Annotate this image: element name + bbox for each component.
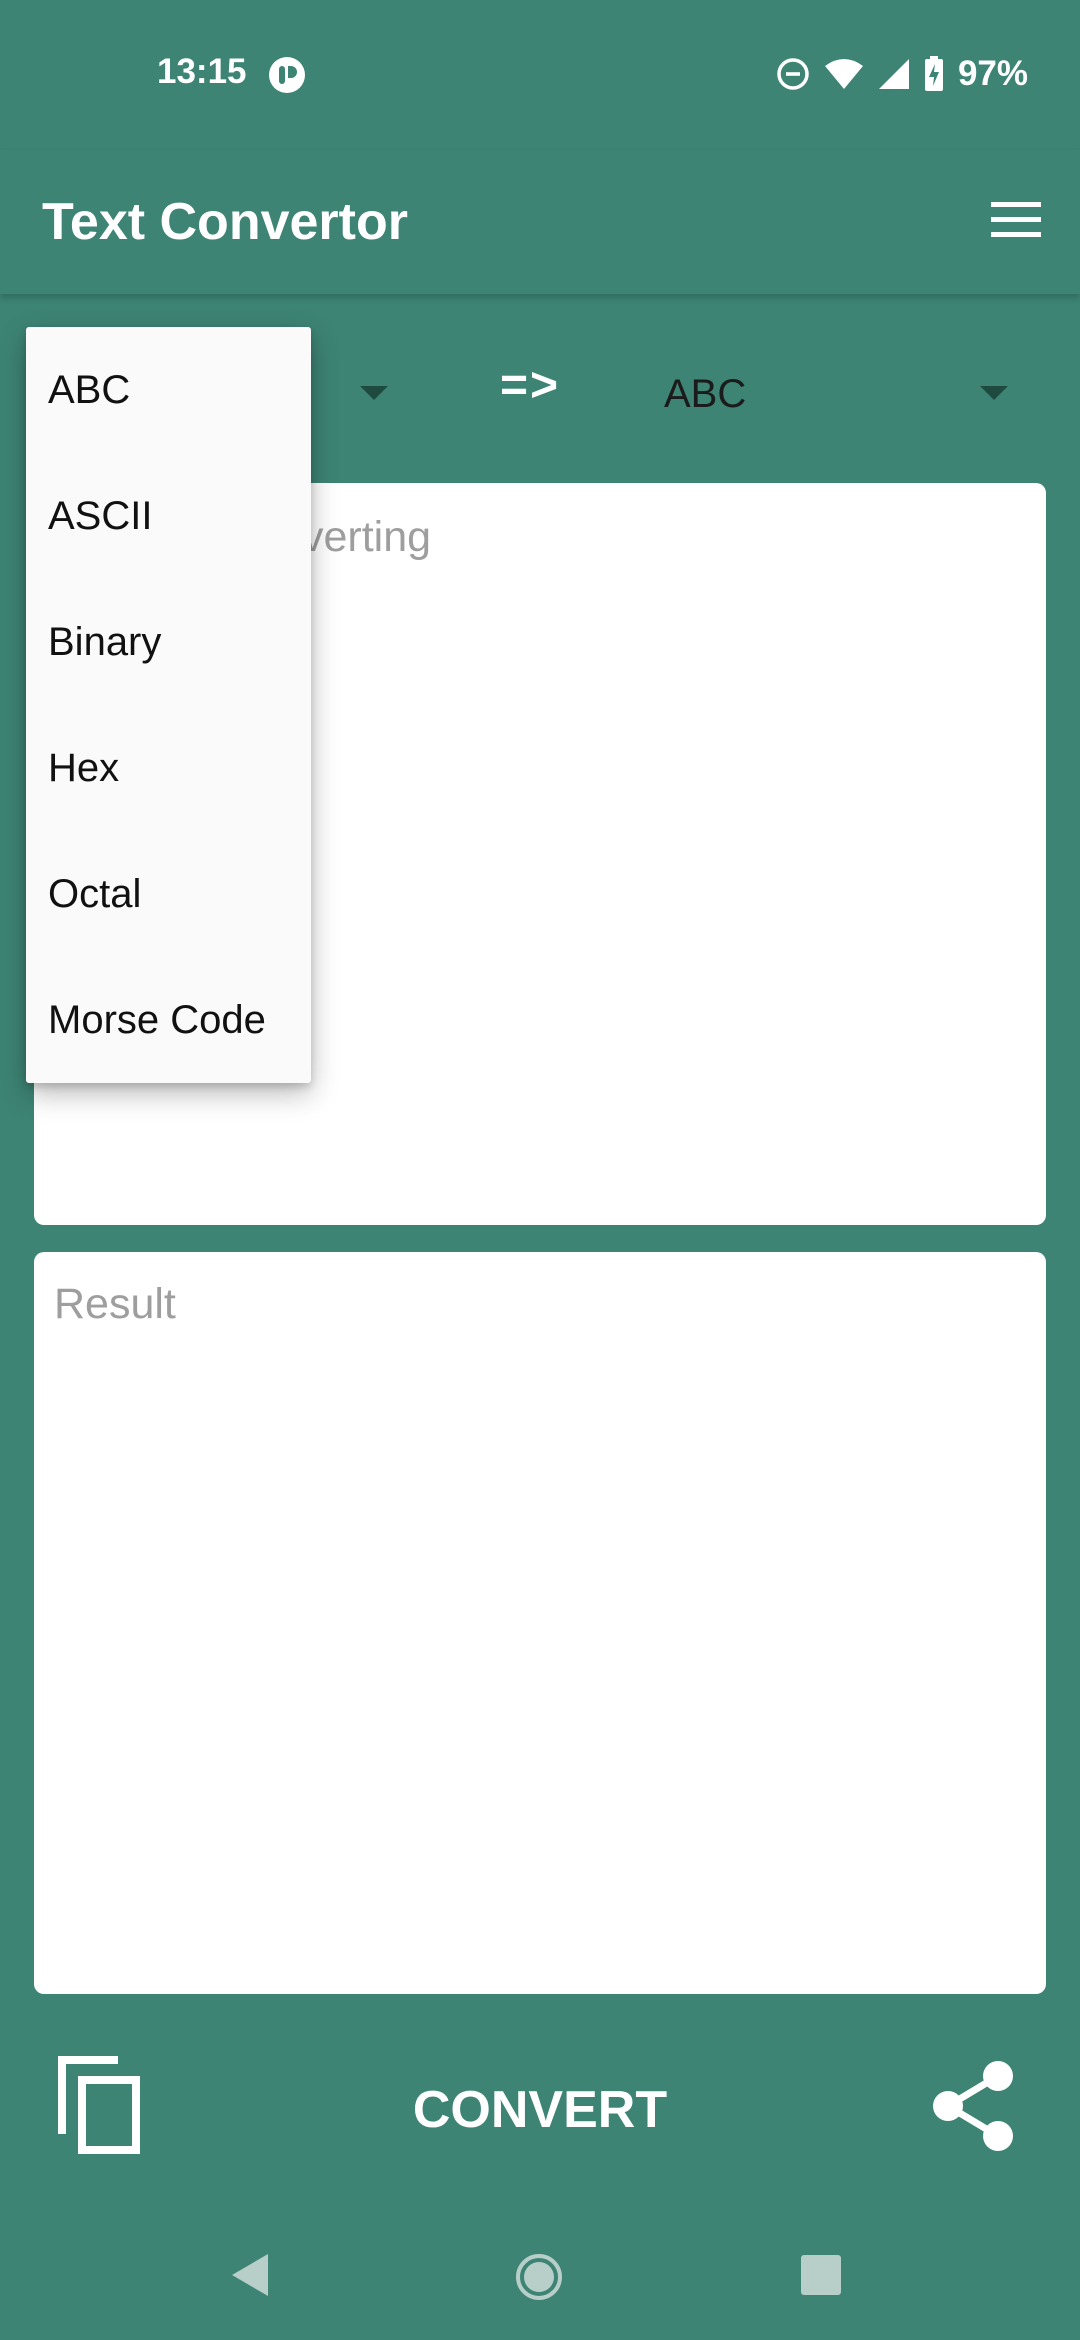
share-button[interactable] (928, 2058, 1026, 2156)
hamburger-menu-icon (991, 201, 1041, 243)
to-format-spinner[interactable]: ABC (640, 340, 1030, 450)
result-text-field[interactable]: Result (34, 1252, 1046, 1994)
system-nav-bar (0, 2220, 1080, 2340)
copy-icon (54, 2056, 144, 2160)
app-notification-icon (268, 56, 306, 94)
dropdown-option-abc[interactable]: ABC (26, 327, 311, 453)
format-dropdown-menu: ABC ASCII Binary Hex Octal Morse Code (26, 327, 311, 1083)
wifi-icon (824, 58, 864, 90)
status-time: 13:15 (157, 52, 247, 91)
convert-button[interactable]: CONVERT (380, 2070, 700, 2150)
home-icon[interactable] (514, 2252, 564, 2307)
result-placeholder: Result (54, 1280, 176, 1328)
recents-icon[interactable] (800, 2254, 842, 2301)
direction-arrow-label: => (500, 359, 561, 412)
dropdown-option-binary[interactable]: Binary (26, 579, 311, 705)
input-placeholder: verting (302, 513, 432, 561)
dropdown-option-ascii[interactable]: ASCII (26, 453, 311, 579)
from-dropdown-arrow-icon[interactable] (360, 386, 388, 405)
to-format-value: ABC (664, 372, 747, 416)
battery-percent: 97% (957, 54, 1028, 93)
menu-button[interactable] (980, 186, 1052, 258)
dropdown-option-octal[interactable]: Octal (26, 831, 311, 957)
app-title: Text Convertor (42, 193, 408, 251)
status-icons: 97% (776, 52, 1028, 96)
dropdown-option-morse-code[interactable]: Morse Code (26, 957, 311, 1083)
app-bar: Text Convertor (0, 150, 1080, 294)
share-icon (928, 2061, 1018, 2158)
status-bar: 13:15 97% (0, 0, 1080, 150)
to-dropdown-arrow-icon (980, 386, 1008, 405)
copy-button[interactable] (54, 2052, 154, 2162)
dropdown-option-hex[interactable]: Hex (26, 705, 311, 831)
cell-signal-icon (878, 58, 910, 90)
battery-charging-icon (924, 56, 944, 92)
back-icon[interactable] (228, 2252, 272, 2303)
do-not-disturb-icon (776, 57, 810, 91)
